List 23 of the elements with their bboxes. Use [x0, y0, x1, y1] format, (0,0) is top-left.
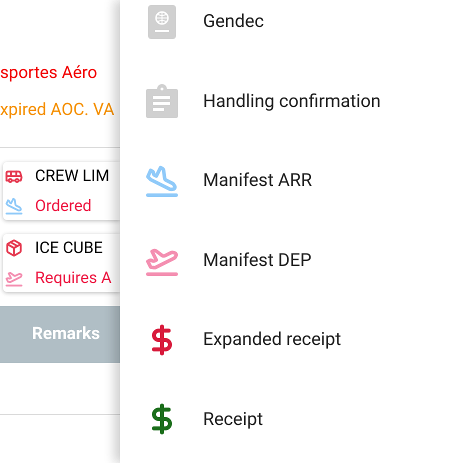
warning-text: xpired AOC. VA	[0, 99, 116, 122]
drawer-item[interactable]: Expanded receipt	[120, 300, 453, 380]
plane-landing-icon	[5, 197, 23, 215]
service-status: Requires A	[35, 267, 112, 289]
operator-name: sportes Aéro	[0, 62, 98, 85]
service-name: ICE CUBE	[35, 237, 103, 259]
drawer-item-label: Receipt	[203, 408, 263, 432]
drawer-item-label: Gendec	[203, 10, 264, 34]
drawer-item[interactable]: Manifest DEP	[120, 220, 453, 300]
service-status: Ordered	[35, 195, 92, 217]
drawer-item-label: Manifest DEP	[203, 248, 312, 273]
drawer-item[interactable]: Receipt	[120, 380, 453, 459]
drawer-item[interactable]: Manifest ARR	[120, 141, 453, 220]
service-card[interactable]: CREW LIM Ordered	[3, 162, 120, 220]
drawer-item-label: Expanded receipt	[203, 328, 342, 352]
drawer-item[interactable]: Gendec	[120, 0, 453, 62]
package-icon	[5, 239, 23, 257]
drawer-item-label: Manifest ARR	[203, 169, 312, 194]
service-card[interactable]: ICE CUBE Requires A	[3, 234, 120, 292]
plane-takeoff-icon	[5, 269, 23, 287]
drawer-item[interactable]: Handling confirmation	[120, 62, 453, 141]
drawer-item-label: Handling confirmation	[203, 90, 381, 114]
service-name: CREW LIM	[35, 165, 110, 187]
